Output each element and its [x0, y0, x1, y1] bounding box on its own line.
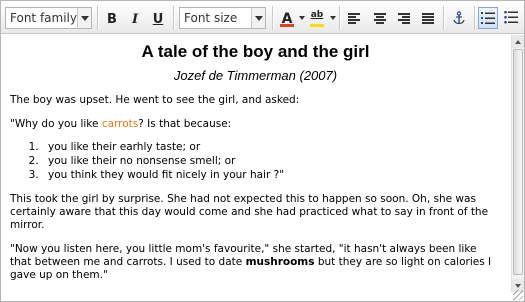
list-item: you like their no nonsense smell; or: [42, 155, 501, 168]
bold-button[interactable]: B: [102, 7, 122, 29]
numbered-list-button[interactable]: [478, 7, 498, 29]
highlight-color-swatch: [310, 24, 324, 27]
highlight-icon: ab: [310, 10, 324, 20]
italic-button[interactable]: I: [125, 7, 145, 29]
toolbar-separator: [474, 6, 475, 30]
font-family-label: Font family: [10, 11, 77, 25]
bold-icon: B: [107, 12, 117, 27]
numbered-list-icon: [481, 12, 495, 24]
align-center-icon: [374, 13, 386, 24]
paragraph-text: The boy was upset. He went to see the gi…: [10, 94, 300, 106]
editor-toolbar: Font family B I U Font size A ab: [1, 1, 524, 34]
vertical-scrollbar[interactable]: [511, 35, 524, 292]
scrollbar-thumb[interactable]: [513, 49, 523, 275]
paragraph: "Why do you like carrots? Is that becaus…: [10, 118, 501, 131]
align-right-button[interactable]: [394, 7, 414, 29]
chevron-down-icon[interactable]: [251, 8, 265, 28]
paragraph-text: "Why do you like: [10, 118, 102, 130]
anchor-button[interactable]: [449, 7, 469, 29]
align-right-icon: [398, 13, 410, 24]
font-family-select[interactable]: Font family: [5, 7, 92, 29]
paragraph: "Now you listen here, you little mom's f…: [10, 243, 501, 282]
paragraph: This took the girl by surprise. She had …: [10, 193, 501, 232]
document-title: A tale of the boy and the girl: [141, 42, 370, 61]
font-size-label: Font size: [184, 11, 238, 25]
italic-icon: I: [131, 12, 139, 27]
toolbar-separator: [339, 6, 340, 30]
highlight-color-button[interactable]: ab: [307, 7, 327, 29]
align-left-icon: [348, 13, 360, 24]
toolbar-separator: [443, 6, 444, 30]
document-author: Jozef de Timmerman (2007): [173, 68, 338, 83]
bullet-list-button[interactable]: [501, 7, 521, 29]
underline-button[interactable]: U: [148, 7, 168, 29]
anchor-icon: [453, 11, 465, 25]
chevron-down-icon[interactable]: [299, 16, 305, 20]
underline-icon: U: [152, 12, 164, 27]
align-justify-icon: [422, 13, 434, 24]
chevron-down-icon[interactable]: [77, 8, 91, 28]
resize-grip-icon[interactable]: [513, 290, 523, 300]
bullet-list-icon: [504, 10, 518, 24]
editor-content-area[interactable]: A tale of the boy and the girl Jozef de …: [2, 35, 511, 294]
toolbar-separator: [272, 6, 273, 30]
toolbar-separator: [173, 6, 174, 30]
scroll-up-icon[interactable]: [512, 35, 524, 48]
carrots-link[interactable]: carrots: [102, 118, 138, 130]
list-item: you think they would fit nicely in your …: [42, 169, 501, 182]
align-justify-button[interactable]: [418, 7, 438, 29]
paragraph-text: This took the girl by surprise. She had …: [10, 193, 489, 231]
numbered-list: you like their earhly taste; or you like…: [42, 141, 501, 182]
list-item: you like their earhly taste; or: [42, 141, 501, 154]
chevron-down-icon[interactable]: [330, 16, 336, 20]
align-center-button[interactable]: [370, 7, 390, 29]
text-color-button[interactable]: A: [277, 7, 297, 29]
bold-text: mushrooms: [245, 256, 315, 268]
paragraph: The boy was upset. He went to see the gi…: [10, 94, 501, 107]
toolbar-separator: [97, 6, 98, 30]
align-left-button[interactable]: [344, 7, 364, 29]
rich-text-editor: Font family B I U Font size A ab A tale …: [0, 0, 525, 302]
paragraph-text: ? Is that because:: [138, 118, 232, 130]
text-color-swatch: [280, 24, 294, 27]
font-size-select[interactable]: Font size: [179, 7, 266, 29]
